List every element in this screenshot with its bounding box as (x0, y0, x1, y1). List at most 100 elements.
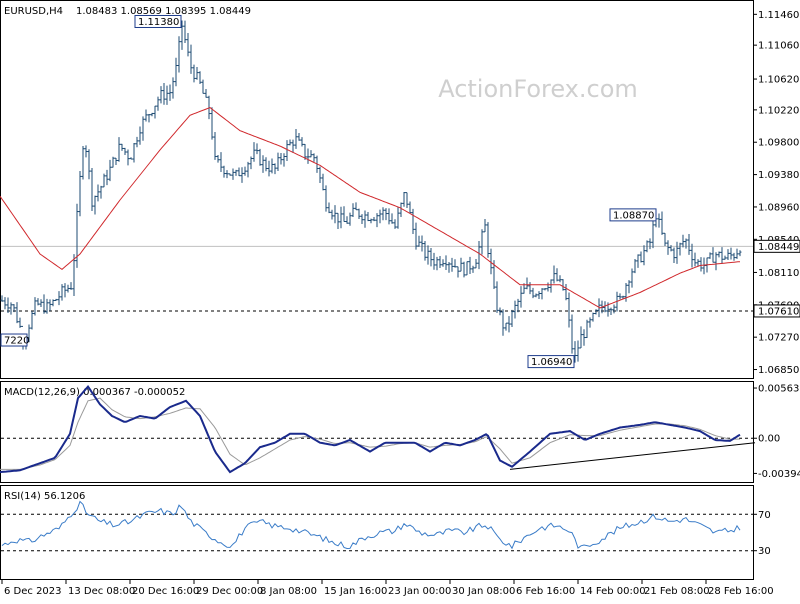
panel-frames (0, 0, 754, 580)
price-bar (732, 252, 736, 261)
price-bar (99, 185, 103, 199)
time-tick-label: 8 Jan 08:00 (260, 586, 317, 597)
price-bar (102, 173, 106, 188)
price-bar (114, 157, 118, 166)
price-bar (363, 210, 367, 228)
price-bar (576, 340, 580, 362)
price-bar (543, 288, 547, 291)
time-tick-label: 6 Feb 16:00 (516, 586, 575, 597)
time-tick-label: 13 Dec 08:00 (68, 586, 135, 597)
price-bar (429, 248, 433, 267)
price-bar (96, 184, 100, 202)
price-bar (702, 257, 706, 275)
price-bar (291, 139, 295, 153)
rsi-line (1, 500, 753, 552)
price-bar (438, 255, 442, 268)
support-level-label: 1.07610 (758, 306, 799, 317)
moving-average-line (0, 107, 741, 309)
price-bar (339, 206, 343, 229)
price-bar (66, 284, 70, 293)
price-bar (579, 326, 583, 349)
price-bar (33, 297, 37, 316)
price-bar (570, 314, 574, 354)
price-bar (699, 257, 703, 272)
price-bar (312, 153, 316, 162)
price-bar (165, 85, 169, 105)
price-bar (270, 158, 274, 174)
price-panel-frame (0, 0, 754, 379)
price-bar (342, 206, 346, 222)
price-bar (435, 256, 439, 271)
price-bar (639, 251, 643, 263)
price-bar (321, 173, 325, 191)
price-bar (630, 268, 634, 288)
price-bar (525, 277, 529, 290)
price-bar (288, 139, 292, 146)
price-bar (444, 255, 448, 270)
price-bar (495, 281, 499, 313)
price-bar (618, 293, 622, 300)
price-bar (87, 149, 91, 180)
price-bar (318, 166, 322, 183)
price-bar (45, 298, 49, 314)
price-bar (585, 319, 589, 339)
price-bar (378, 209, 382, 224)
price-axis: 1.11460 1.11060 1.10620 1.10220 1.09800 1.093… (753, 10, 800, 376)
annotation-label: 7220 (4, 336, 29, 347)
price-bar (486, 222, 490, 258)
price-bar (147, 114, 151, 123)
price-bar (249, 156, 253, 170)
price-bar (126, 149, 130, 166)
price-bar (372, 217, 376, 222)
price-bar (348, 212, 352, 226)
price-bar (564, 284, 568, 301)
price-bar (528, 282, 532, 295)
price-bar (153, 105, 157, 119)
symbol-label: EURUSD,H4 (4, 6, 63, 17)
price-bar (708, 252, 712, 259)
price-bar (726, 249, 730, 260)
price-bar (60, 284, 64, 301)
price-bar (546, 282, 550, 292)
price-bar (36, 298, 40, 306)
price-bar (69, 282, 73, 290)
price-bar (633, 259, 637, 274)
price-bar (621, 295, 625, 299)
price-bar (159, 86, 163, 104)
price-bar (675, 241, 679, 264)
time-tick-label: 15 Jan 16:00 (324, 586, 387, 597)
time-tick-label: 21 Feb 08:00 (644, 586, 710, 597)
price-bar (672, 247, 676, 264)
price-bar (15, 302, 19, 324)
price-bar (456, 266, 460, 278)
price-bar (627, 280, 631, 294)
price-bar (642, 245, 646, 266)
price-tick-label: 1.08110 (758, 268, 799, 279)
price-bar (39, 299, 43, 308)
price-bar (129, 157, 133, 160)
annotation-label: 1.11380 (138, 17, 179, 28)
price-bar (3, 297, 7, 310)
price-bar (120, 143, 124, 151)
price-bar (177, 36, 181, 73)
price-bar (81, 145, 85, 180)
price-bar (723, 255, 727, 260)
price-bar (222, 165, 226, 178)
price-bar (384, 208, 388, 221)
price-bar (393, 219, 397, 229)
price-bar (504, 322, 508, 331)
time-tick-label: 20 Dec 16:00 (132, 586, 199, 597)
price-bar (273, 163, 277, 175)
price-bar (18, 317, 22, 328)
price-bar (687, 234, 691, 255)
price-bar (252, 142, 256, 162)
price-bar (360, 214, 364, 224)
price-bar (681, 234, 685, 248)
price-tick-label: 1.09800 (758, 138, 799, 149)
price-bar (276, 152, 280, 171)
price-bar (141, 116, 145, 141)
price-bar (30, 311, 34, 330)
price-tick-label: 1.08960 (758, 202, 799, 213)
price-bar (240, 167, 244, 183)
price-bar (552, 265, 556, 284)
